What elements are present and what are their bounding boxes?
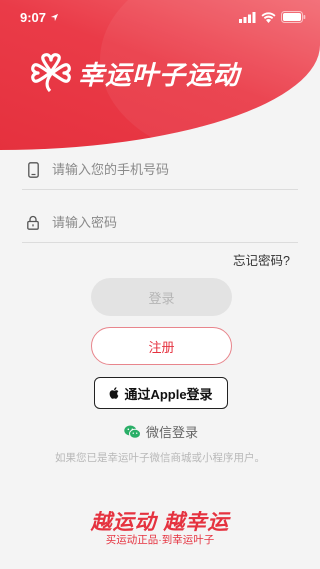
apple-login-label: 通过Apple登录: [124, 386, 213, 402]
status-time: 9:07: [20, 9, 47, 25]
phone-input[interactable]: [52, 162, 282, 177]
account-hint-text: 如果您已是幸运叶子微信商城或小程序用户。: [55, 452, 265, 464]
apple-icon: [110, 387, 119, 399]
wifi-icon: [261, 11, 276, 23]
status-bar: 9:07: [0, 0, 320, 34]
brand-logo: 幸运叶子运动: [30, 52, 240, 94]
password-field[interactable]: [22, 203, 298, 243]
cell-signal-icon: [239, 11, 256, 23]
battery-icon: [281, 11, 306, 23]
forgot-password-link[interactable]: 忘记密码?: [233, 250, 290, 269]
password-input[interactable]: [52, 215, 282, 230]
footer-subtitle: 买运动正品·到幸运叶子: [105, 534, 215, 546]
phone-field[interactable]: [22, 150, 298, 190]
four-leaf-clover-icon: [31, 53, 71, 93]
wechat-login-button[interactable]: 微信登录: [124, 422, 198, 441]
brand-name: 幸运叶子运动: [78, 59, 241, 90]
register-button[interactable]: 注册: [91, 327, 232, 365]
wechat-icon: [124, 425, 141, 439]
wechat-login-label: 微信登录: [146, 425, 199, 440]
phone-icon: [22, 161, 44, 178]
lock-icon: [22, 215, 44, 230]
login-button[interactable]: 登录: [91, 278, 232, 316]
apple-login-button[interactable]: 通过Apple登录: [94, 377, 228, 409]
location-arrow-icon: [50, 13, 59, 21]
